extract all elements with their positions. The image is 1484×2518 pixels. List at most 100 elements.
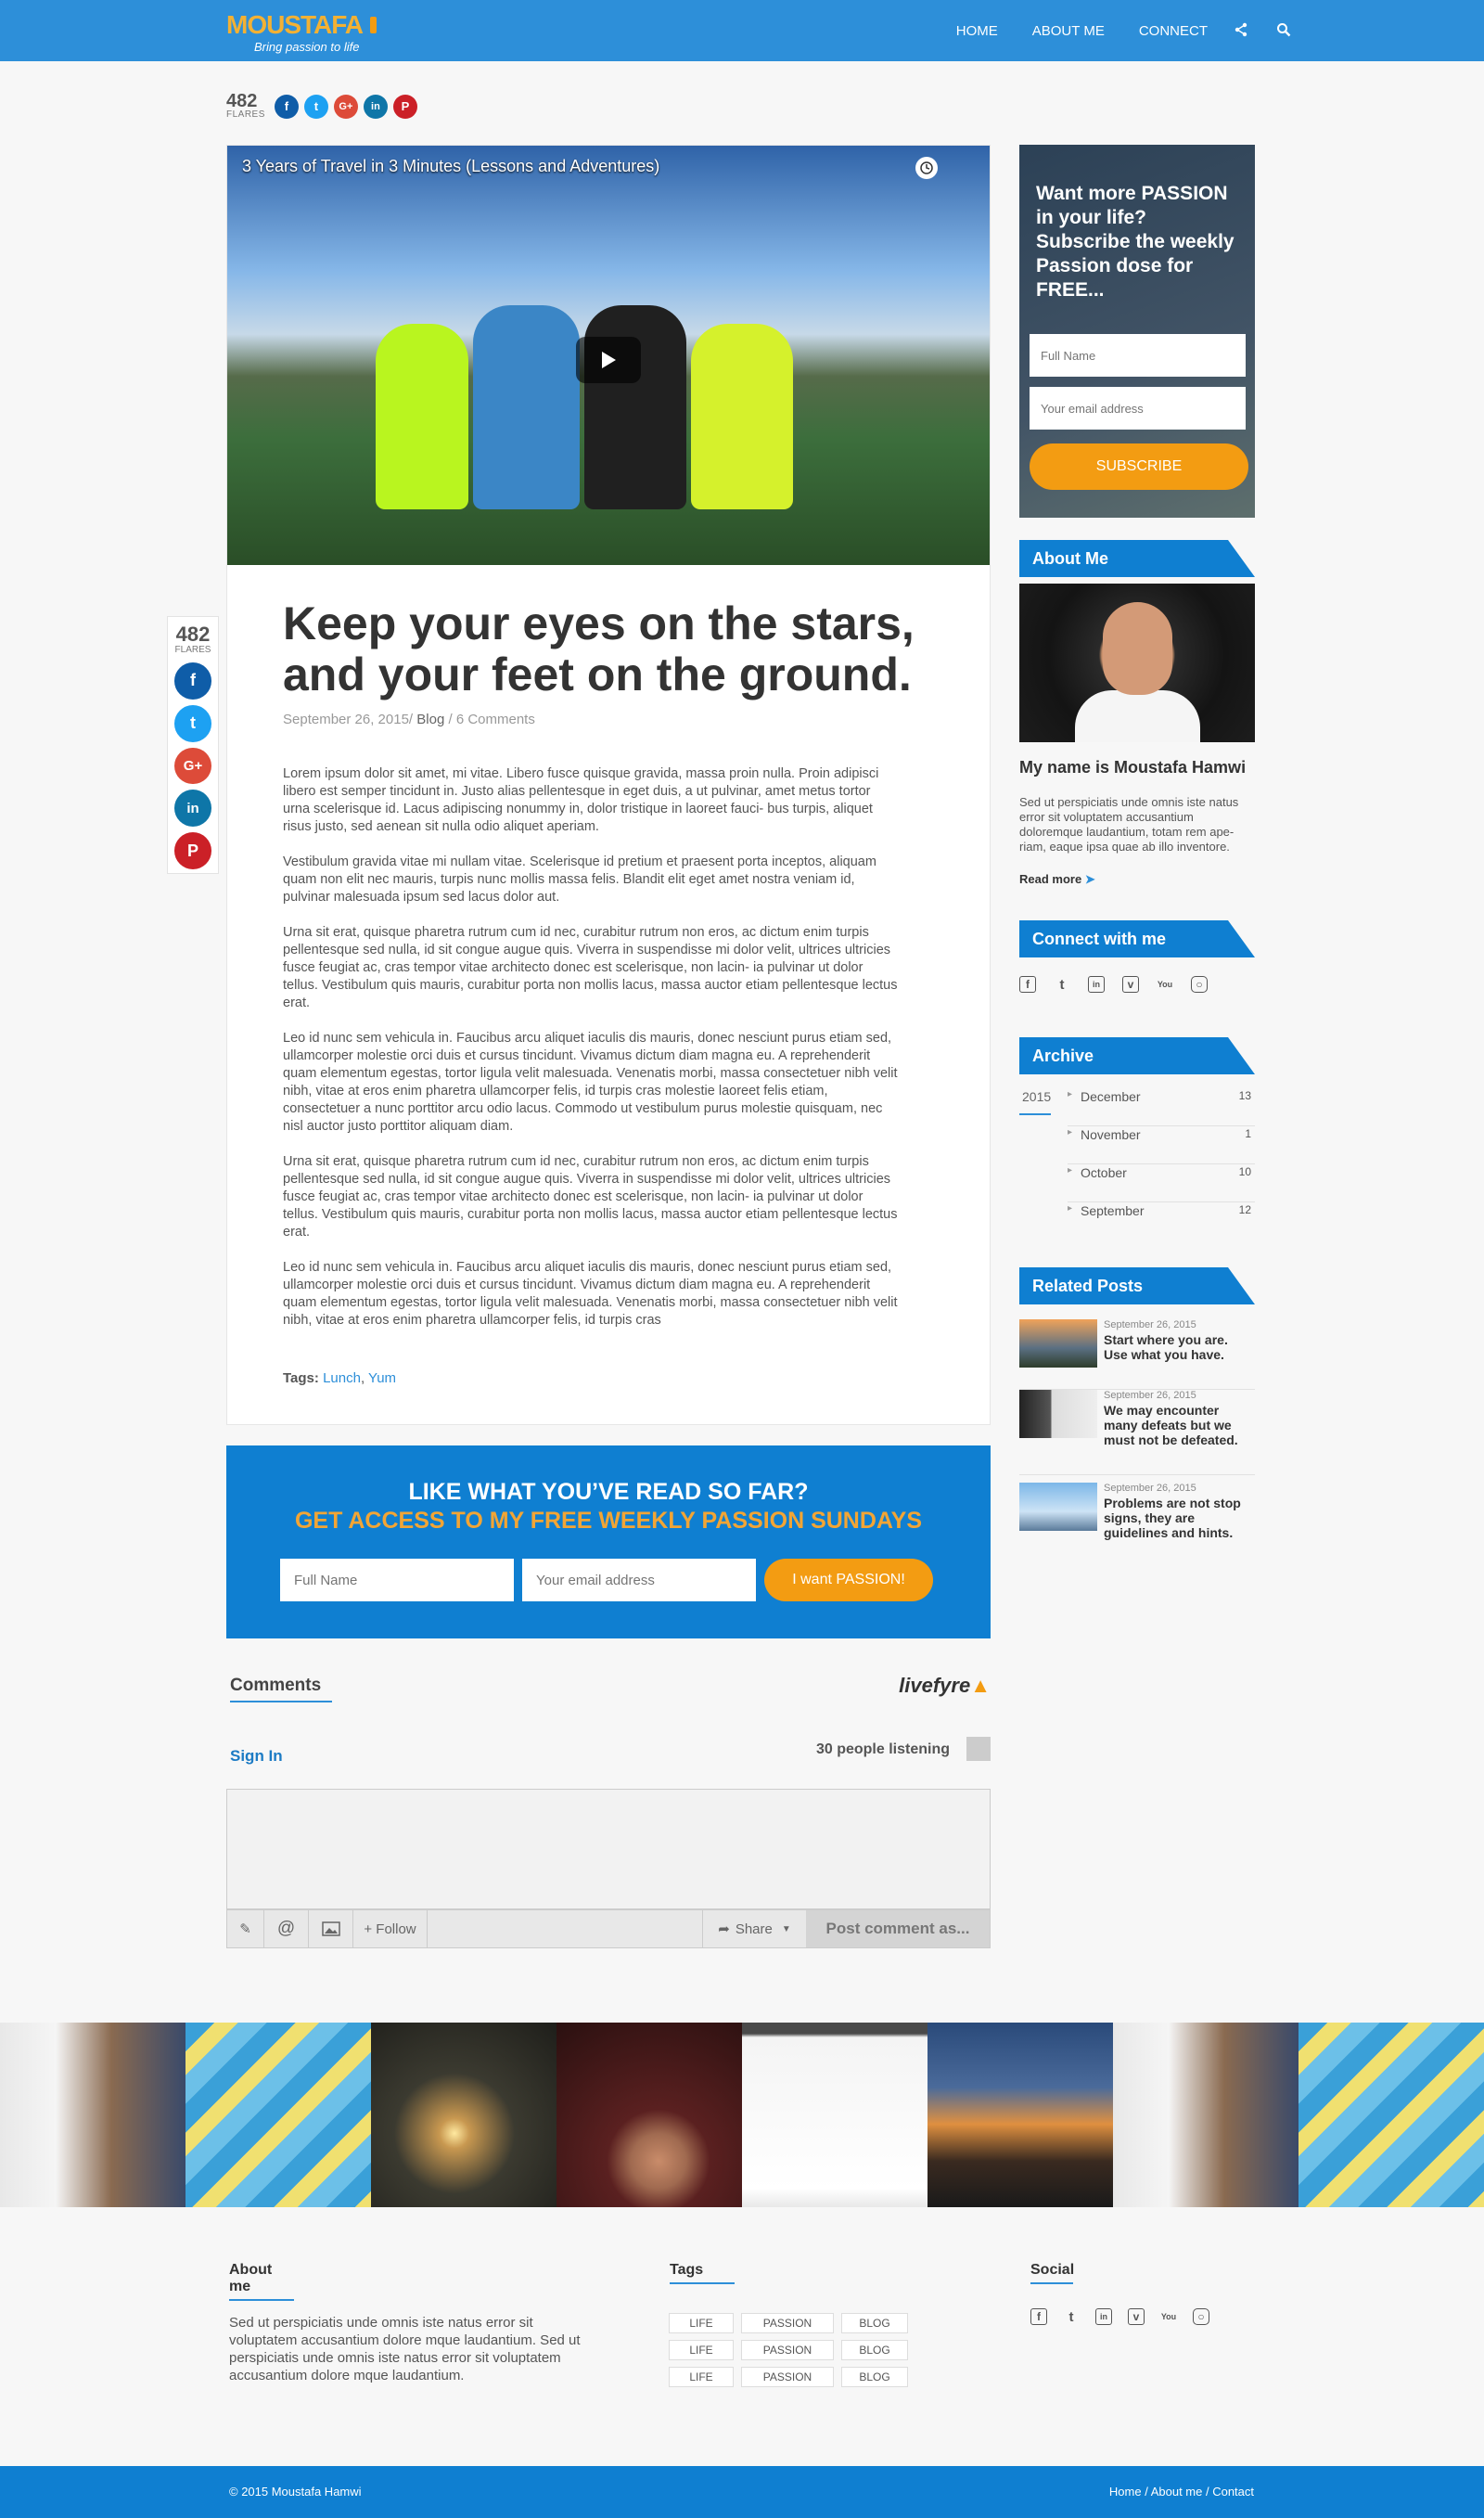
tag-link[interactable]: Yum: [368, 1370, 396, 1386]
livefyre-logo[interactable]: livefyre▲: [899, 1674, 991, 1698]
read-more-link[interactable]: Read more ➤: [1019, 872, 1095, 887]
tag-chip[interactable]: LIFE: [669, 2367, 734, 2387]
gallery-image[interactable]: [371, 2023, 556, 2207]
google-plus-icon[interactable]: G+: [333, 94, 358, 119]
twitter-icon[interactable]: t: [1054, 976, 1070, 993]
tag-chip[interactable]: BLOG: [841, 2340, 908, 2360]
search-icon[interactable]: [1276, 22, 1293, 39]
post-category[interactable]: Blog: [416, 712, 444, 727]
nav-home[interactable]: HOME: [956, 23, 998, 39]
archive-item[interactable]: ▸ October 10: [1068, 1165, 1255, 1202]
facebook-icon[interactable]: f: [174, 662, 211, 700]
author-photo-face: [1103, 602, 1172, 695]
image-icon[interactable]: [309, 1910, 353, 1947]
google-plus-icon[interactable]: G+: [174, 747, 211, 785]
play-button[interactable]: [576, 337, 641, 383]
related-post-thumbnail[interactable]: [1019, 1483, 1097, 1531]
archive-count: 10: [1238, 1165, 1251, 1178]
youtube-icon[interactable]: You: [1160, 2308, 1177, 2325]
nav-about-me[interactable]: ABOUT ME: [1032, 23, 1105, 39]
related-post-title[interactable]: Start where you are. Use what you have.: [1104, 1332, 1255, 1362]
related-post-title[interactable]: We may encounter many defeats but we mus…: [1104, 1403, 1255, 1447]
subscribe-button[interactable]: SUBSCRIBE: [1030, 443, 1248, 490]
comment-toolbar: ✎ @ + Follow ➦ Share ▼ Post comment as..…: [226, 1909, 991, 1948]
gallery-image[interactable]: [928, 2023, 1113, 2207]
sign-in-link[interactable]: Sign In: [230, 1747, 283, 1766]
email-field[interactable]: [1030, 387, 1246, 430]
footer-about-heading: About me: [229, 2262, 294, 2301]
facebook-icon[interactable]: f: [1019, 976, 1036, 993]
linkedin-icon[interactable]: in: [174, 790, 211, 828]
gallery-image[interactable]: [186, 2023, 371, 2207]
related-post-thumbnail[interactable]: [1019, 1390, 1097, 1438]
vimeo-icon[interactable]: v: [1122, 976, 1139, 993]
post-title: Keep your eyes on the stars, and your fe…: [283, 597, 915, 700]
clock-icon[interactable]: [915, 157, 938, 179]
nav-connect[interactable]: CONNECT: [1139, 23, 1208, 39]
related-post-title[interactable]: Problems are not stop signs, they are gu…: [1104, 1496, 1255, 1540]
linkedin-icon[interactable]: in: [1088, 976, 1105, 993]
comment-input[interactable]: [226, 1789, 991, 1909]
email-field[interactable]: [522, 1559, 756, 1601]
gallery-image[interactable]: [556, 2023, 742, 2207]
post-paragraph: Urna sit erat, quisque pharetra rutrum c…: [283, 1154, 898, 1240]
related-post[interactable]: September 26, 2015 We may encounter many…: [1019, 1390, 1255, 1475]
full-name-field[interactable]: [1030, 334, 1246, 377]
facebook-icon[interactable]: f: [274, 94, 299, 119]
mention-icon[interactable]: @: [264, 1910, 309, 1947]
chevron-right-icon: ▸: [1068, 1203, 1073, 1214]
footer-links[interactable]: Home / About me / Contact: [1109, 2485, 1254, 2499]
follow-button[interactable]: + Follow: [353, 1910, 428, 1947]
tag-link[interactable]: Lunch: [323, 1370, 361, 1386]
archive-item[interactable]: ▸ December 13: [1068, 1089, 1255, 1126]
gallery-image[interactable]: [0, 2023, 186, 2207]
footer-about-text: Sed ut perspiciatis unde omnis iste natu…: [229, 2315, 581, 2383]
facebook-icon[interactable]: f: [1030, 2308, 1047, 2325]
post-comment-button[interactable]: Post comment as...: [806, 1910, 990, 1947]
post-comments-count[interactable]: / 6 Comments: [448, 712, 534, 727]
gallery-image[interactable]: [1298, 2023, 1484, 2207]
footer-social-heading: Social: [1030, 2262, 1074, 2284]
vimeo-icon[interactable]: v: [1128, 2308, 1145, 2325]
pinterest-icon[interactable]: P: [174, 832, 211, 869]
video-title[interactable]: 3 Years of Travel in 3 Minutes (Lessons …: [242, 157, 659, 176]
instagram-gallery: [0, 2023, 1484, 2207]
video-frame-figure: [376, 324, 468, 509]
linkedin-icon[interactable]: in: [363, 94, 388, 119]
archive-year[interactable]: 2015: [1022, 1089, 1051, 1104]
tag-chip[interactable]: BLOG: [841, 2367, 908, 2387]
share-dropdown[interactable]: ➦ Share ▼: [702, 1910, 806, 1947]
related-post[interactable]: September 26, 2015 Problems are not stop…: [1019, 1475, 1255, 1549]
logo-badge: [370, 17, 377, 33]
tag-chip[interactable]: LIFE: [669, 2313, 734, 2333]
archive-item[interactable]: ▸ November 1: [1068, 1127, 1255, 1164]
full-name-field[interactable]: [280, 1559, 514, 1601]
archive-item[interactable]: ▸ September 12: [1068, 1203, 1255, 1240]
related-post[interactable]: September 26, 2015 Start where you are. …: [1019, 1319, 1255, 1390]
tag-chip[interactable]: PASSION: [741, 2313, 834, 2333]
linkedin-icon[interactable]: in: [1095, 2308, 1112, 2325]
share-icon[interactable]: [1234, 22, 1250, 39]
avatar[interactable]: [966, 1737, 991, 1761]
gallery-image[interactable]: [742, 2023, 928, 2207]
tag-chip[interactable]: PASSION: [741, 2367, 834, 2387]
logo[interactable]: MOUSTAFA Bring passion to life: [226, 11, 384, 54]
gallery-image[interactable]: [1113, 2023, 1298, 2207]
want-passion-button[interactable]: I want PASSION!: [764, 1559, 933, 1601]
related-post-thumbnail[interactable]: [1019, 1319, 1097, 1368]
instagram-icon[interactable]: ○: [1191, 976, 1208, 993]
video-frame-figure: [584, 305, 686, 509]
pinterest-icon[interactable]: P: [392, 94, 417, 119]
instagram-icon[interactable]: ○: [1193, 2308, 1209, 2325]
tag-chip[interactable]: BLOG: [841, 2313, 908, 2333]
video-player[interactable]: 3 Years of Travel in 3 Minutes (Lessons …: [227, 146, 990, 565]
tag-chip[interactable]: PASSION: [741, 2340, 834, 2360]
pencil-icon[interactable]: ✎: [227, 1910, 264, 1947]
share-count: 482: [175, 623, 211, 646]
twitter-icon[interactable]: t: [303, 94, 328, 119]
livefyre-text: livefyre: [899, 1674, 971, 1697]
twitter-icon[interactable]: t: [174, 704, 211, 742]
twitter-icon[interactable]: t: [1063, 2308, 1080, 2325]
tag-chip[interactable]: LIFE: [669, 2340, 734, 2360]
youtube-icon[interactable]: You: [1157, 976, 1173, 993]
